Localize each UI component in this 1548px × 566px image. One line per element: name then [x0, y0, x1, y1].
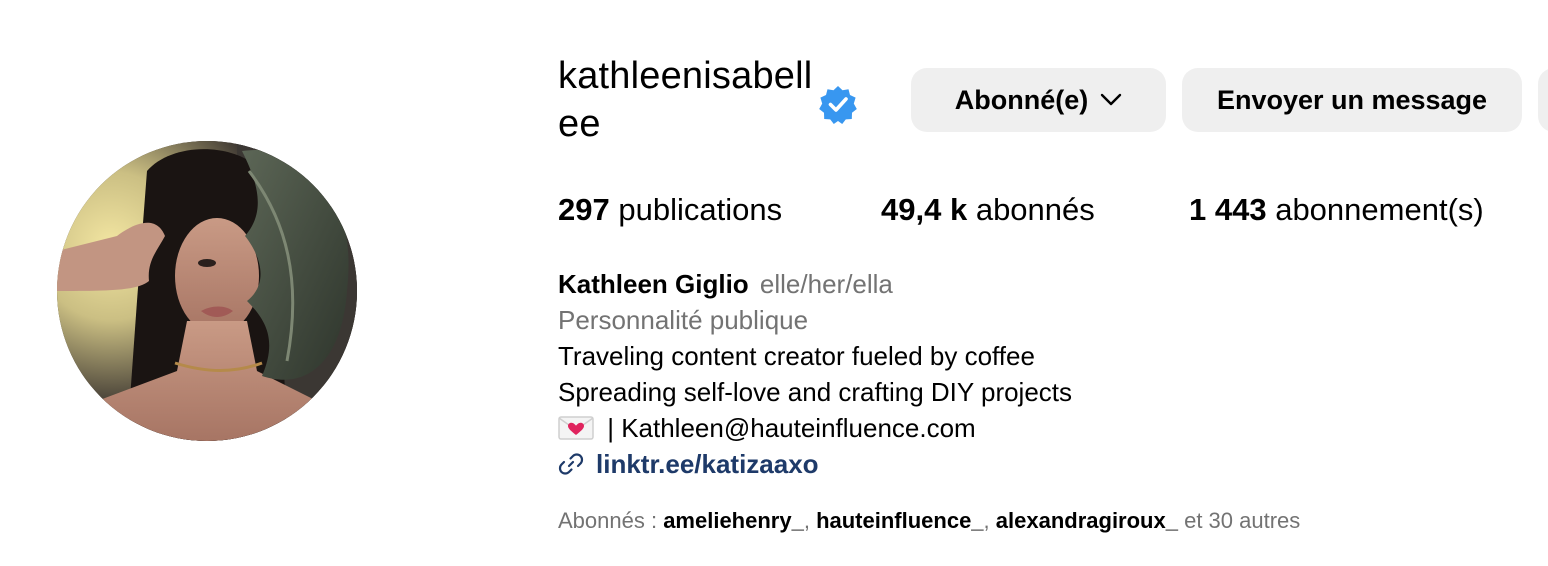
- avatar-photo: [57, 141, 357, 441]
- full-name: Kathleen Giglio: [558, 269, 749, 299]
- suggested-accounts-button[interactable]: [1538, 68, 1548, 132]
- profile-username: kathleenisabellee: [558, 55, 813, 145]
- posts-label: publications: [618, 192, 783, 227]
- chevron-down-icon: [1101, 93, 1122, 106]
- posts-count: 297: [558, 192, 610, 227]
- following-button-label: Abonné(e): [954, 84, 1089, 115]
- bio-link-row[interactable]: linktr.ee/katizaaxo: [558, 446, 1072, 482]
- following-count-stat[interactable]: 1 443 abonnement(s): [1189, 190, 1484, 230]
- bio-email-row: | Kathleen@hauteinfluence.com: [558, 410, 1072, 446]
- followers-count: 49,4 k: [881, 192, 968, 227]
- profile-avatar[interactable]: [57, 141, 357, 441]
- mutual-follower-2[interactable]: hauteinfluence_: [816, 508, 983, 533]
- mutual-followers[interactable]: Abonnés : ameliehenry_, hauteinfluence_,…: [558, 506, 1300, 536]
- separator: ,: [803, 508, 817, 533]
- send-message-button[interactable]: Envoyer un message: [1182, 68, 1522, 132]
- link-icon: [558, 453, 584, 475]
- following-count: 1 443: [1189, 192, 1267, 227]
- profile-bio: Kathleen Giglio elle/her/ella Personnali…: [558, 266, 1072, 482]
- followed-by-suffix: et 30 autres: [1177, 508, 1301, 533]
- followers-count-stat[interactable]: 49,4 k abonnés: [881, 190, 1095, 230]
- following-label: abonnement(s): [1275, 192, 1484, 227]
- profile-page: kathleenisabellee Abonné(e) Envoyer un m…: [0, 0, 1548, 566]
- posts-count-stat: 297 publications: [558, 190, 782, 230]
- mutual-follower-1[interactable]: ameliehenry_: [663, 508, 804, 533]
- mutual-follower-3[interactable]: alexandragiroux_: [996, 508, 1178, 533]
- separator: ,: [983, 508, 996, 533]
- bio-line-1: Traveling content creator fueled by coff…: [558, 341, 1035, 371]
- verified-badge-icon: [819, 86, 857, 124]
- send-message-label: Envoyer un message: [1216, 84, 1488, 115]
- followers-label: abonnés: [975, 192, 1095, 227]
- bio-line-2: Spreading self-love and crafting DIY pro…: [558, 377, 1073, 407]
- love-letter-icon: [558, 416, 594, 440]
- bio-email: | Kathleen@hauteinfluence.com: [600, 413, 976, 443]
- pronouns: elle/her/ella: [759, 269, 893, 299]
- name-row: Kathleen Giglio elle/her/ella: [558, 266, 1072, 302]
- profile-category: Personnalité publique: [558, 305, 809, 335]
- bio-external-link[interactable]: linktr.ee/katizaaxo: [596, 446, 819, 482]
- following-dropdown-button[interactable]: Abonné(e): [911, 68, 1166, 132]
- followed-by-prefix: Abonnés :: [558, 508, 664, 533]
